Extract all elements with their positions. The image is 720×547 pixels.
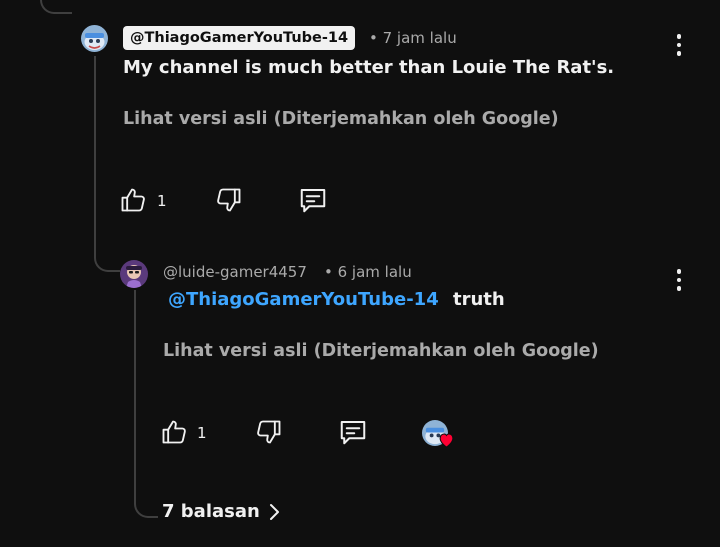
reply-author-handle[interactable]: @luide-gamer4457: [163, 263, 307, 281]
view-replies-button[interactable]: 7 balasan: [162, 501, 282, 522]
thread-connector-parent: [94, 56, 120, 272]
reply-icon: [300, 189, 326, 213]
reply-like-count: 1: [197, 424, 207, 442]
thread-connector-reply: [134, 290, 158, 518]
comment-dislike-button[interactable]: [213, 184, 245, 216]
creator-heart-badge: [422, 420, 456, 450]
thread-connector-top: [40, 0, 72, 14]
reply-text: @ThiagoGamerYouTube-14 truth: [168, 289, 505, 310]
reply-reply-button[interactable]: [337, 416, 369, 448]
reply-menu-button[interactable]: [671, 266, 687, 294]
comment-menu-button[interactable]: [671, 31, 687, 59]
comment-author-handle[interactable]: @ThiagoGamerYouTube-14: [123, 26, 356, 50]
chevron-right-icon: [269, 503, 279, 520]
comment-timestamp: • 7 jam lalu: [369, 29, 457, 47]
reply-like-button[interactable]: [158, 416, 190, 448]
reply-translate-link[interactable]: Lihat versi asli (Diterjemahkan oleh Goo…: [163, 341, 599, 361]
thumbs-up-icon: [121, 188, 145, 212]
reply-author-avatar[interactable]: [120, 260, 148, 288]
thumbs-up-icon: [162, 420, 186, 444]
comment-reply-button[interactable]: [297, 184, 329, 216]
comment-text: My channel is much better than Louie The…: [123, 57, 615, 78]
reply-dislike-button[interactable]: [253, 416, 285, 448]
comment-like-button[interactable]: [117, 184, 149, 216]
comment-author-avatar[interactable]: [81, 25, 108, 52]
creator-heart-icon: [439, 433, 454, 448]
reply-text-body: truth: [453, 289, 505, 310]
comment-like-count: 1: [157, 192, 167, 210]
reply-timestamp: • 6 jam lalu: [324, 263, 412, 281]
thumbs-down-icon: [217, 188, 241, 212]
reply-icon: [340, 421, 366, 445]
reply-mention-link[interactable]: @ThiagoGamerYouTube-14: [168, 289, 439, 310]
thumbs-down-icon: [257, 420, 281, 444]
view-replies-label: 7 balasan: [162, 501, 260, 522]
comment-translate-link[interactable]: Lihat versi asli (Diterjemahkan oleh Goo…: [123, 109, 559, 129]
